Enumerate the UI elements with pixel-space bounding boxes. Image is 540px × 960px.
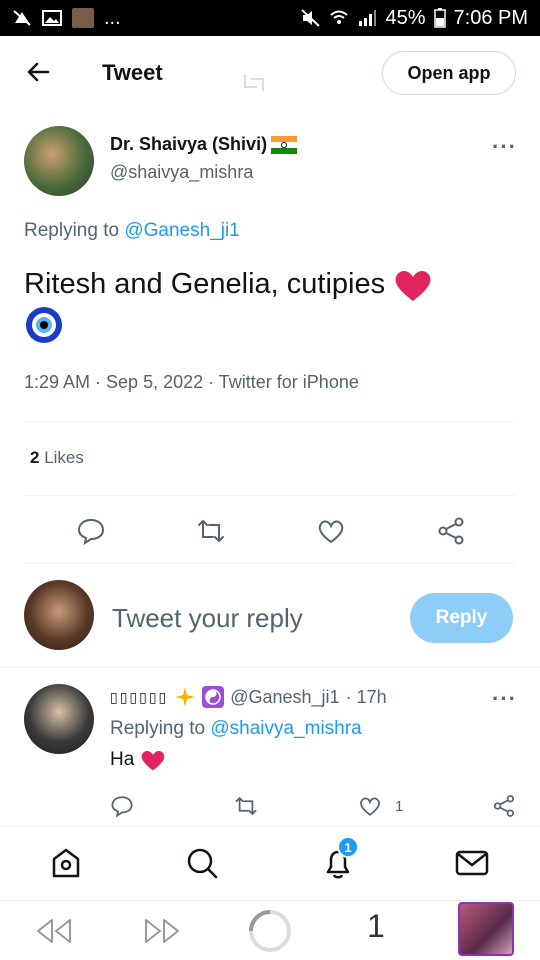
likes-stat[interactable]: 2 Likes <box>30 448 84 468</box>
gallery-icon <box>42 10 62 26</box>
reply-icon[interactable] <box>76 516 106 546</box>
replying-to: Replying to @Ganesh_ji1 <box>24 220 240 242</box>
reply-input[interactable]: Tweet your reply <box>112 603 303 634</box>
tab-count[interactable]: 1 <box>367 908 385 945</box>
reply-time: · 17h <box>345 686 387 707</box>
reply-replying-to: Replying to @shaivya_mishra <box>110 718 362 740</box>
tweet-text: Ritesh and Genelia, cutipies <box>24 264 504 345</box>
rewind-icon[interactable] <box>34 917 74 945</box>
reply-author-line[interactable]: ▯▯▯▯▯▯ @Ganesh_ji1 · 17h <box>110 686 387 708</box>
loading-spinner-icon <box>249 910 291 952</box>
search-icon[interactable] <box>184 845 220 881</box>
retweet-icon[interactable] <box>196 516 226 546</box>
india-flag-icon <box>271 135 298 154</box>
replying-prefix: Replying to <box>24 220 125 241</box>
app-thumbnail-icon <box>72 8 94 28</box>
my-avatar[interactable] <box>24 580 94 650</box>
reply-like-icon[interactable] <box>358 794 382 818</box>
sparkles-emoji-icon <box>175 687 196 707</box>
reply-author-name[interactable]: ▯▯▯▯▯▯ <box>110 689 168 706</box>
like-icon[interactable] <box>316 516 346 546</box>
status-ellipsis: ... <box>104 6 121 29</box>
bottom-tab-bar <box>0 826 540 900</box>
author-avatar[interactable] <box>24 126 94 196</box>
ghost-retweet-icon <box>244 75 264 91</box>
red-heart-emoji-icon <box>395 271 431 302</box>
mute-icon <box>301 9 321 27</box>
divider <box>0 667 540 668</box>
author-name[interactable]: Dr. Shaivya (Shivi) <box>110 134 298 155</box>
notification-badge: 1 <box>337 836 359 858</box>
nazar-amulet-emoji-icon <box>26 307 62 344</box>
tweet-text-body: Ritesh and Genelia, cutipies <box>24 268 386 300</box>
reply-text: Ha <box>110 748 166 772</box>
status-bar: ... 45% 7:06 PM <box>0 0 540 36</box>
reply-more-options-icon[interactable]: ··· <box>492 686 517 712</box>
reply-reply-icon[interactable] <box>110 794 134 818</box>
reply-replying-prefix: Replying to <box>110 718 211 739</box>
fast-forward-icon[interactable] <box>142 917 182 945</box>
replying-to-link[interactable]: @Ganesh_ji1 <box>124 220 239 241</box>
divider <box>24 495 516 496</box>
wifi-icon <box>330 10 349 24</box>
replier-avatar[interactable] <box>24 684 94 754</box>
yin-yang-emoji-icon <box>202 686 225 708</box>
divider <box>24 421 516 422</box>
reply-text-body: Ha <box>110 749 135 770</box>
battery-icon <box>433 8 446 28</box>
reply-replying-link[interactable]: @shaivya_mishra <box>210 718 361 739</box>
home-icon[interactable] <box>48 845 84 881</box>
muted-notification-icon <box>13 10 31 26</box>
author-name-text[interactable]: Dr. Shaivya (Shivi) <box>110 134 267 155</box>
more-options-icon[interactable]: ··· <box>492 134 517 160</box>
divider <box>24 563 516 564</box>
reply-button[interactable]: Reply <box>410 593 513 643</box>
page-title: Tweet <box>102 60 163 85</box>
reply-author-handle[interactable]: @Ganesh_ji1 <box>230 687 339 708</box>
app-thumbnail-icon[interactable] <box>458 902 514 956</box>
share-icon[interactable] <box>436 516 466 546</box>
reply-like-count: 1 <box>395 798 404 815</box>
open-app-button[interactable]: Open app <box>382 51 516 95</box>
reply-retweet-icon[interactable] <box>234 794 258 818</box>
reply-share-icon[interactable] <box>492 794 516 818</box>
tweet-header: Tweet Open app <box>0 36 540 110</box>
red-heart-emoji-icon <box>141 750 165 771</box>
clock: 7:06 PM <box>453 6 528 29</box>
author-handle[interactable]: @shaivya_mishra <box>110 162 253 183</box>
tweet-timestamp[interactable]: 1:29 AM · Sep 5, 2022 · Twitter for iPho… <box>24 372 359 393</box>
battery-percent: 45% <box>385 6 426 29</box>
signal-icon <box>359 10 377 26</box>
messages-icon[interactable] <box>454 845 490 881</box>
likes-label: Likes <box>39 448 84 467</box>
back-arrow-icon[interactable] <box>22 56 54 88</box>
